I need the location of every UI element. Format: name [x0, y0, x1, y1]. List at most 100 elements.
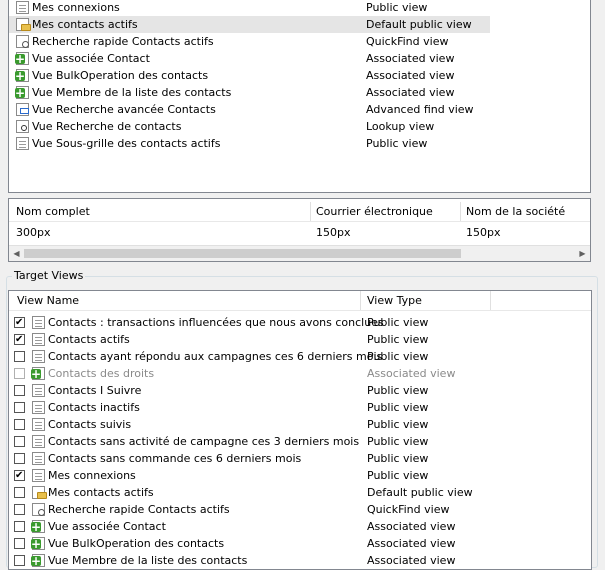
view-name: Recherche rapide Contacts actifs: [32, 35, 214, 48]
view-name: Contacts I Suivre: [48, 384, 142, 397]
view-name: Vue Recherche avancée Contacts: [32, 103, 216, 116]
view-type: Public view: [367, 401, 429, 414]
columns-hscrollbar[interactable]: ◀ ▶: [9, 245, 590, 261]
scroll-thumb[interactable]: [24, 249, 461, 258]
view-type: Public view: [367, 333, 429, 346]
columns-panel: Nom complet Courrier électronique Nom de…: [8, 198, 591, 262]
target-view-row[interactable]: Vue Membre de la liste des contacts Assoc…: [9, 552, 591, 569]
view-type: Public view: [367, 418, 429, 431]
target-view-row[interactable]: Vue associée Contact Associated view: [9, 518, 591, 535]
view-type: Advanced find view: [366, 103, 474, 116]
public-view-icon: [32, 333, 45, 346]
source-view-row[interactable]: Vue Recherche de contacts Lookup view: [9, 118, 590, 135]
view-type: Default public view: [367, 486, 473, 499]
view-name: Contacts sans commande ces 6 derniers mo…: [48, 452, 302, 465]
view-name: Contacts des droits: [48, 367, 155, 380]
view-name: Mes contacts actifs: [32, 18, 138, 31]
view-checkbox[interactable]: [14, 419, 25, 430]
public-view-icon: [16, 137, 29, 150]
view-name: Mes connexions: [32, 1, 120, 14]
view-checkbox[interactable]: [14, 317, 25, 328]
target-view-row[interactable]: Contacts sans activité de campagne ces 3…: [9, 433, 591, 450]
col-header-fullname: Nom complet: [16, 205, 90, 218]
view-checkbox[interactable]: [14, 436, 25, 447]
target-view-row[interactable]: Contacts suivis Public view: [9, 416, 591, 433]
source-view-row[interactable]: Mes contacts actifs Default public view: [9, 16, 490, 33]
view-type: Public view: [367, 350, 429, 363]
target-view-row[interactable]: Contacts ayant répondu aux campagnes ces…: [9, 348, 591, 365]
target-view-row[interactable]: Contacts des droits Associated view: [9, 365, 591, 382]
source-view-row[interactable]: Vue BulkOperation des contacts Associated…: [9, 67, 590, 84]
col-header-email: Courrier électronique: [316, 205, 433, 218]
view-name: Contacts : transactions influencées que …: [48, 316, 384, 329]
target-view-row[interactable]: Contacts : transactions influencées que …: [9, 314, 591, 331]
width-company: 150px: [466, 226, 501, 239]
view-checkbox[interactable]: [14, 470, 25, 481]
view-type: Associated view: [366, 86, 455, 99]
target-view-row[interactable]: Contacts sans commande ces 6 derniers mo…: [9, 450, 591, 467]
associated-view-icon: [31, 537, 45, 550]
scroll-right-icon[interactable]: ▶: [575, 246, 590, 261]
view-type: QuickFind view: [366, 35, 449, 48]
view-type: Public view: [367, 435, 429, 448]
associated-view-icon: [31, 554, 45, 567]
view-name: Contacts suivis: [48, 418, 132, 431]
view-type: Associated view: [366, 52, 455, 65]
target-view-row[interactable]: Mes connexions Public view: [9, 467, 591, 484]
source-view-row[interactable]: Vue Sous-grille des contacts actifs Publi…: [9, 135, 590, 152]
target-view-row[interactable]: Contacts I Suivre Public view: [9, 382, 591, 399]
view-name: Mes contacts actifs: [48, 486, 154, 499]
target-views-title: Target Views: [12, 268, 86, 284]
col-header-view-type[interactable]: View Type: [367, 291, 422, 310]
view-checkbox[interactable]: [14, 334, 25, 345]
public-view-icon: [16, 1, 29, 14]
associated-view-icon: [15, 52, 29, 65]
default-view-icon: [16, 18, 31, 31]
view-name: Vue Membre de la liste des contacts: [48, 554, 248, 567]
source-view-row[interactable]: Vue Recherche avancée Contacts Advanced f…: [9, 101, 590, 118]
view-type: Default public view: [366, 18, 472, 31]
associated-view-icon: [15, 86, 29, 99]
view-type: Public view: [366, 1, 428, 14]
view-checkbox[interactable]: [14, 538, 25, 549]
quickfind-view-icon: [32, 503, 45, 516]
view-type: Public view: [367, 384, 429, 397]
target-view-row[interactable]: Contacts actifs Public view: [9, 331, 591, 348]
target-views-list[interactable]: View Name View Type Contacts : transacti…: [8, 290, 592, 570]
view-checkbox[interactable]: [14, 555, 25, 566]
view-checkbox[interactable]: [14, 402, 25, 413]
target-view-row[interactable]: Vue BulkOperation des contacts Associated…: [9, 535, 591, 552]
target-view-row[interactable]: Mes contacts actifs Default public view: [9, 484, 591, 501]
public-view-icon: [32, 435, 45, 448]
view-type: Public view: [366, 137, 428, 150]
view-type: Associated view: [366, 69, 455, 82]
view-checkbox[interactable]: [14, 385, 25, 396]
associated-view-icon: [31, 520, 45, 533]
view-checkbox[interactable]: [14, 368, 25, 379]
advanced-find-icon: [16, 103, 29, 116]
public-view-icon: [32, 384, 45, 397]
view-type: Public view: [367, 452, 429, 465]
source-view-row[interactable]: Recherche rapide Contacts actifs QuickFin…: [9, 33, 590, 50]
width-fullname: 300px: [16, 226, 51, 239]
width-email: 150px: [316, 226, 351, 239]
view-type: Public view: [367, 316, 429, 329]
col-header-view-name[interactable]: View Name: [17, 291, 79, 310]
view-checkbox[interactable]: [14, 453, 25, 464]
target-view-row[interactable]: Recherche rapide Contacts actifs QuickFin…: [9, 501, 591, 518]
col-header-company: Nom de la société: [466, 205, 566, 218]
public-view-icon: [32, 418, 45, 431]
target-view-row[interactable]: Contacts inactifs Public view: [9, 399, 591, 416]
view-checkbox[interactable]: [14, 521, 25, 532]
view-type: Associated view: [367, 537, 456, 550]
view-type: Associated view: [367, 367, 456, 380]
source-view-row[interactable]: Mes connexions Public view: [9, 0, 590, 16]
view-type: Public view: [367, 469, 429, 482]
source-view-row[interactable]: Vue Membre de la liste des contacts Assoc…: [9, 84, 590, 101]
view-checkbox[interactable]: [14, 351, 25, 362]
source-views-list[interactable]: Mes connexions Public view Mes contacts ac…: [8, 0, 591, 193]
view-checkbox[interactable]: [14, 504, 25, 515]
view-checkbox[interactable]: [14, 487, 25, 498]
source-view-row[interactable]: Vue associée Contact Associated view: [9, 50, 590, 67]
scroll-left-icon[interactable]: ◀: [9, 246, 24, 261]
